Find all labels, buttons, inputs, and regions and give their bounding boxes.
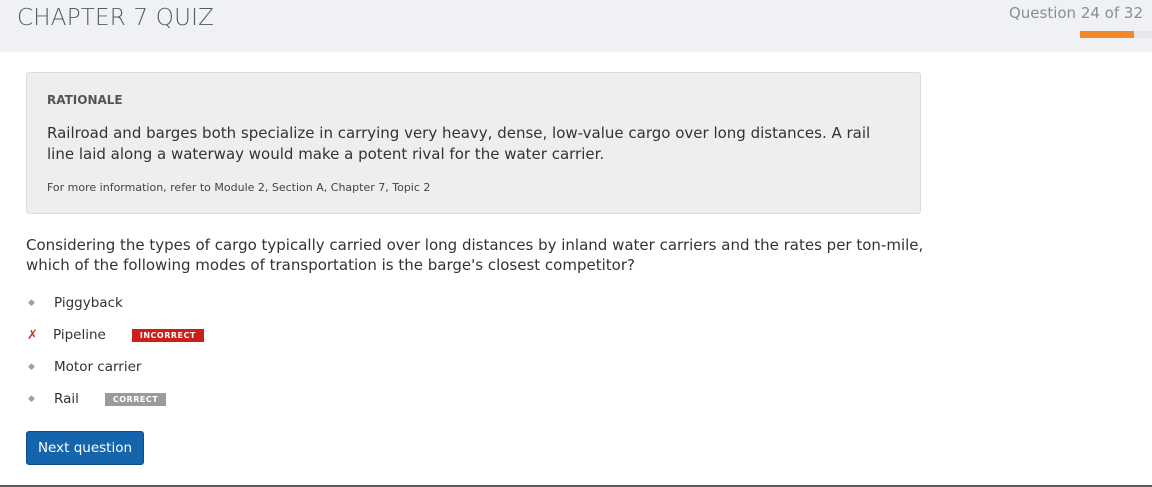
question-text: Considering the types of cargo typically… (26, 236, 924, 274)
next-question-button[interactable]: Next question (26, 431, 144, 465)
question-counter: Question 24 of 32 (1008, 4, 1143, 22)
quiz-page: CHAPTER 7 QUIZ Question 24 of 32 RATIONA… (0, 0, 1152, 487)
answer-option-motor-carrier[interactable]: ◆ Motor carrier (26, 356, 426, 378)
answer-option-pipeline[interactable]: ✗ Pipeline INCORRECT (26, 324, 426, 346)
quiz-header: CHAPTER 7 QUIZ Question 24 of 32 (0, 0, 1152, 52)
answer-label: Piggyback (54, 295, 123, 311)
quiz-title: CHAPTER 7 QUIZ (17, 5, 215, 31)
incorrect-badge: INCORRECT (131, 328, 204, 342)
answer-label: Rail (54, 391, 79, 407)
bullet-icon: ◆ (28, 394, 35, 404)
bullet-icon: ◆ (28, 298, 35, 308)
progress-bar-fill (1080, 31, 1134, 38)
answer-label: Motor carrier (54, 359, 142, 375)
answer-option-rail[interactable]: ◆ Rail CORRECT (26, 388, 426, 410)
progress-bar (1080, 31, 1152, 38)
rationale-panel: RATIONALE Railroad and barges both speci… (26, 72, 921, 214)
rationale-reference: For more information, refer to Module 2,… (47, 181, 431, 194)
answer-option-piggyback[interactable]: ◆ Piggyback (26, 292, 426, 314)
answer-label: Pipeline (53, 327, 106, 343)
rationale-heading: RATIONALE (47, 93, 123, 107)
bullet-icon: ◆ (28, 362, 35, 372)
incorrect-x-icon: ✗ (27, 327, 38, 343)
rationale-text: Railroad and barges both specialize in c… (47, 124, 871, 163)
correct-badge: CORRECT (104, 392, 167, 406)
